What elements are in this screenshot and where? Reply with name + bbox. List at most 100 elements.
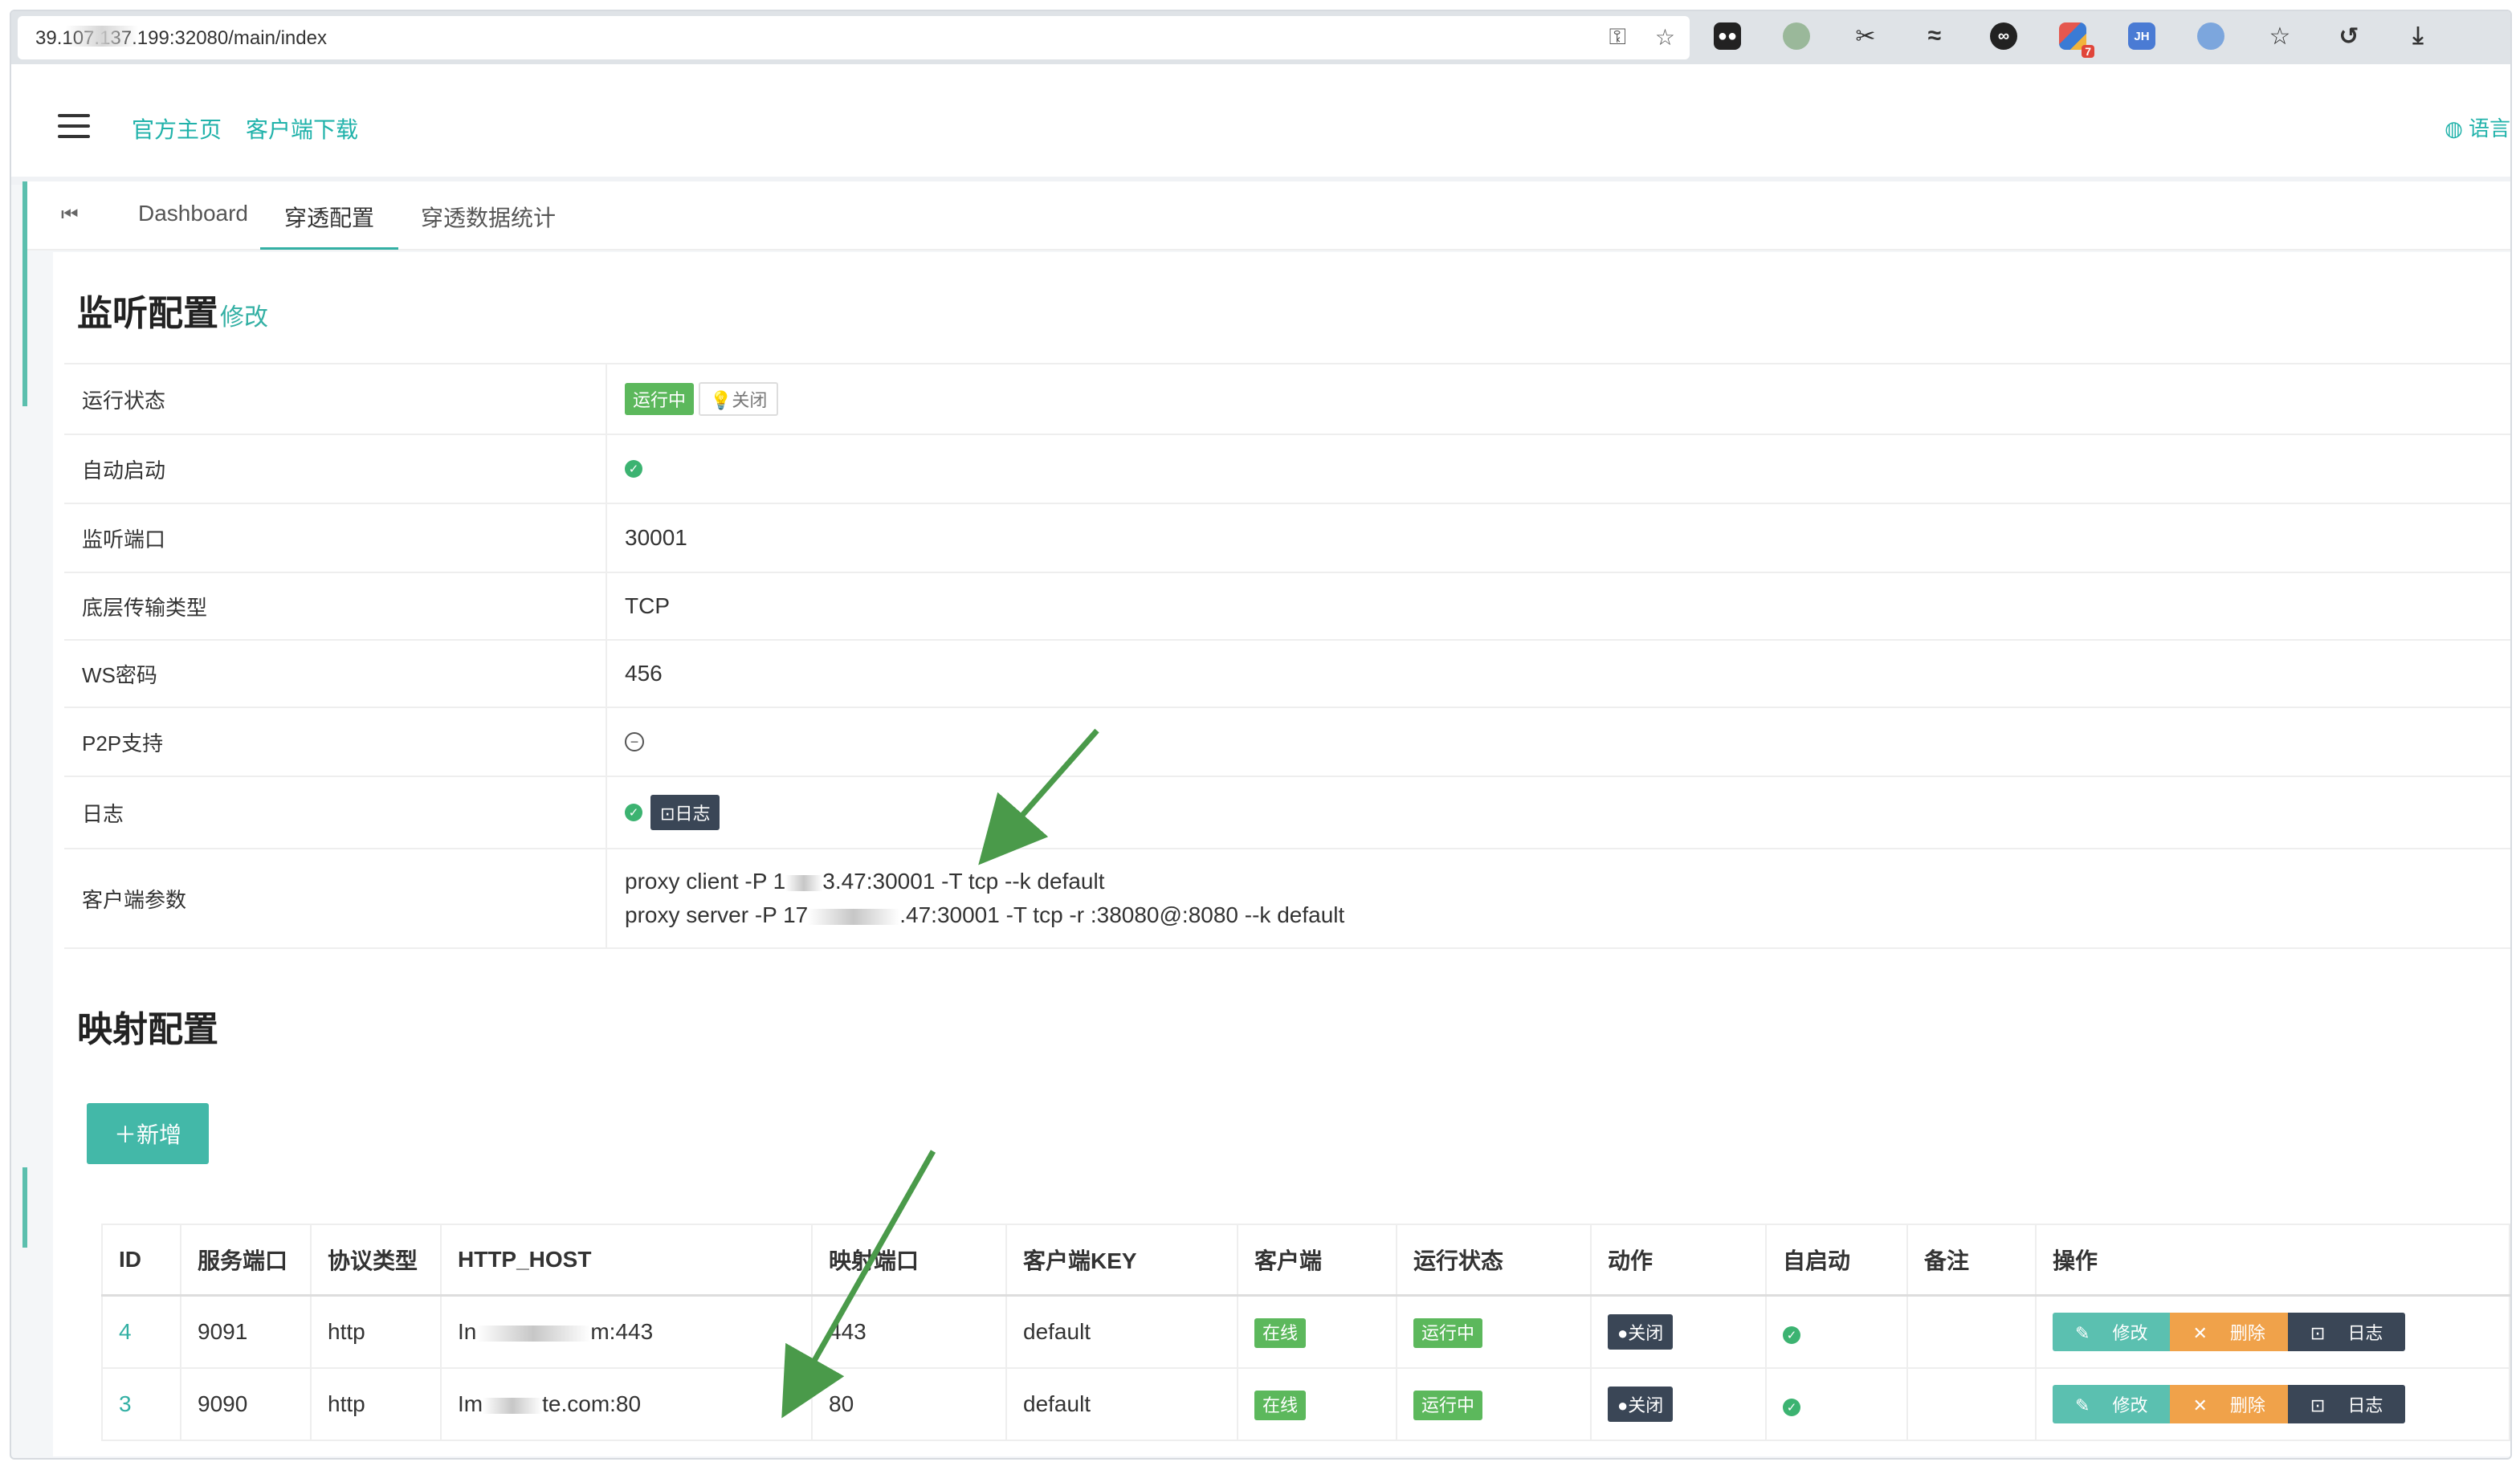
redaction <box>808 908 900 925</box>
row-operations: ✎ 修改 ✕ 删除 ⊡ 日志 <box>2035 1294 2510 1369</box>
jh-extension-icon[interactable]: JH <box>2128 22 2155 50</box>
language-switch[interactable]: ◍ 语言 <box>2445 112 2510 142</box>
redaction <box>483 1397 543 1414</box>
op-button-group: ✎ 修改 ✕ 删除 ⊡ 日志 <box>2053 1313 2406 1351</box>
address-bar[interactable]: 39.107.137.199:32080/main/index ⚿ ☆ <box>18 16 1690 59</box>
row-key: default <box>1005 1294 1238 1369</box>
mapping-log-button[interactable]: ⊡ 日志 <box>2287 1385 2406 1423</box>
listen-config-table: 运行状态 运行中 💡关闭 自动启动 ✓ 监听端口 30001 底层传输类型 TC… <box>64 363 2510 949</box>
app-header: 官方主页 客户端下载 ◍ 语言 <box>11 64 2510 185</box>
log-label: 日志 <box>2347 1323 2383 1343</box>
bulb-icon: ● <box>1617 1323 1629 1343</box>
row-port: 9091 <box>180 1294 312 1369</box>
add-mapping-button[interactable]: ＋ 新增 <box>87 1103 209 1164</box>
stop-label: 关闭 <box>1628 1323 1664 1343</box>
row-autostart: ✓ <box>1765 1367 1908 1441</box>
col-operations: 操作 <box>2035 1224 2510 1297</box>
server-param-text: proxy server -P 17 <box>625 902 809 927</box>
history-icon[interactable]: ↺ <box>2335 22 2363 50</box>
download-icon[interactable]: ⤓ <box>2404 22 2432 50</box>
row-remark <box>1906 1367 2037 1441</box>
terminal-icon: ⊡ <box>2310 1323 2326 1343</box>
cfg-value: − <box>607 708 2510 776</box>
col-map-port: 映射端口 <box>811 1224 1007 1297</box>
edit-mapping-button[interactable]: ✎ 修改 <box>2053 1313 2171 1351</box>
mapping-config-title: 映射配置 <box>77 1010 218 1049</box>
address-bar-icons: ⚿ ☆ <box>1609 24 1675 51</box>
cfg-label: 自动启动 <box>64 435 607 503</box>
bookmark-star-icon[interactable]: ☆ <box>1655 24 1675 51</box>
listen-edit-link[interactable]: 修改 <box>220 304 268 331</box>
tab-proxy-config[interactable]: 穿透配置 <box>260 201 399 250</box>
client-download-link[interactable]: 客户端下载 <box>246 112 358 145</box>
row-port: 9090 <box>180 1367 312 1441</box>
cfg-label: WS密码 <box>64 641 607 707</box>
listen-config-title: 监听配置修改 <box>77 284 268 336</box>
cfg-row-client-params: 客户端参数 proxy client -P 1 3.47:30001 -T tcp… <box>64 849 2510 949</box>
favorites-icon[interactable]: ☆ <box>2266 22 2294 50</box>
translate-icon[interactable]: ≈ <box>1921 22 1948 50</box>
tampermonkey-icon[interactable]: ●● <box>1714 22 1741 50</box>
check-circle-icon: ✓ <box>1783 1326 1800 1344</box>
multicolor-extension-icon[interactable] <box>2059 22 2094 58</box>
mapping-log-button[interactable]: ⊡ 日志 <box>2287 1313 2406 1351</box>
cfg-label: P2P支持 <box>64 708 607 776</box>
col-server-port: 服务端口 <box>180 1224 312 1297</box>
tab-dashboard[interactable]: Dashboard <box>114 201 272 247</box>
official-homepage-link[interactable]: 官方主页 <box>132 112 222 145</box>
delete-mapping-button[interactable]: ✕ 删除 <box>2170 1313 2288 1351</box>
close-icon: ✕ <box>2192 1395 2208 1415</box>
col-protocol: 协议类型 <box>310 1224 442 1297</box>
row-map-port: 443 <box>811 1294 1007 1369</box>
scissors-icon[interactable]: ✂ <box>1852 22 1879 50</box>
row-protocol: http <box>310 1294 442 1369</box>
op-button-group: ✎ 修改 ✕ 删除 ⊡ 日志 <box>2053 1385 2406 1423</box>
row-map-port: 80 <box>811 1367 1007 1441</box>
url-redaction <box>66 26 138 47</box>
bulb-icon: ● <box>1617 1395 1629 1415</box>
scroll-first-tab-icon[interactable]: ⏮ <box>61 204 79 226</box>
delete-mapping-button[interactable]: ✕ 删除 <box>2170 1385 2288 1423</box>
circle-extension-icon[interactable] <box>1783 22 1810 50</box>
row-host: In m:443 <box>440 1294 813 1369</box>
server-param-text: .47:30001 -T tcp -r :38080@:8080 --k def… <box>899 902 1345 927</box>
pen-extension-icon[interactable] <box>2197 22 2224 50</box>
col-action: 动作 <box>1590 1224 1767 1297</box>
infinity-icon[interactable]: ∞ <box>1990 22 2017 50</box>
cfg-row-p2p: P2P支持 − <box>64 708 2510 777</box>
col-id: ID <box>101 1224 181 1297</box>
running-badge: 运行中 <box>1413 1391 1483 1420</box>
online-badge: 在线 <box>1254 1391 1307 1420</box>
row-key: default <box>1005 1367 1238 1441</box>
edit-label: 修改 <box>2112 1395 2148 1415</box>
listen-config-title-text: 监听配置 <box>77 294 218 333</box>
language-label: 语言 <box>2468 116 2510 140</box>
edit-mapping-button[interactable]: ✎ 修改 <box>2053 1385 2171 1423</box>
row-client: 在线 <box>1237 1367 1397 1441</box>
terminal-icon: ⊡ <box>660 804 675 824</box>
redaction <box>785 874 823 891</box>
col-autostart: 自启动 <box>1765 1224 1908 1297</box>
host-text: te.com:80 <box>542 1391 642 1416</box>
cfg-row-transport: 底层传输类型 TCP <box>64 573 2510 641</box>
mapping-table: ID 服务端口 协议类型 HTTP_HOST 映射端口 客户端KEY 客户端 运… <box>101 1224 2510 1441</box>
row-id[interactable]: 4 <box>101 1294 181 1369</box>
client-param-line: proxy client -P 1 3.47:30001 -T tcp --k d… <box>625 865 1105 898</box>
stop-mapping-button[interactable]: ●关闭 <box>1608 1314 1674 1350</box>
row-operations: ✎ 修改 ✕ 删除 ⊡ 日志 <box>2035 1367 2510 1441</box>
row-action: ●关闭 <box>1590 1367 1767 1441</box>
key-icon[interactable]: ⚿ <box>1609 24 1626 51</box>
row-id[interactable]: 3 <box>101 1367 181 1441</box>
browser-window: 39.107.137.199:32080/main/index ⚿ ☆ ●● ✂… <box>10 10 2512 1460</box>
running-badge: 运行中 <box>1413 1318 1483 1348</box>
stop-mapping-button[interactable]: ●关闭 <box>1608 1387 1674 1422</box>
pencil-icon: ✎ <box>2075 1323 2090 1343</box>
cfg-label: 客户端参数 <box>64 849 607 947</box>
tab-proxy-stats[interactable]: 穿透数据统计 <box>397 201 580 247</box>
cfg-row-ws-password: WS密码 456 <box>64 641 2510 708</box>
redaction <box>476 1325 591 1342</box>
listen-log-button[interactable]: ⊡日志 <box>650 795 720 830</box>
stop-listen-button[interactable]: 💡关闭 <box>699 382 779 416</box>
menu-toggle-icon[interactable] <box>58 114 90 138</box>
client-param-text: proxy client -P 1 <box>625 869 786 894</box>
